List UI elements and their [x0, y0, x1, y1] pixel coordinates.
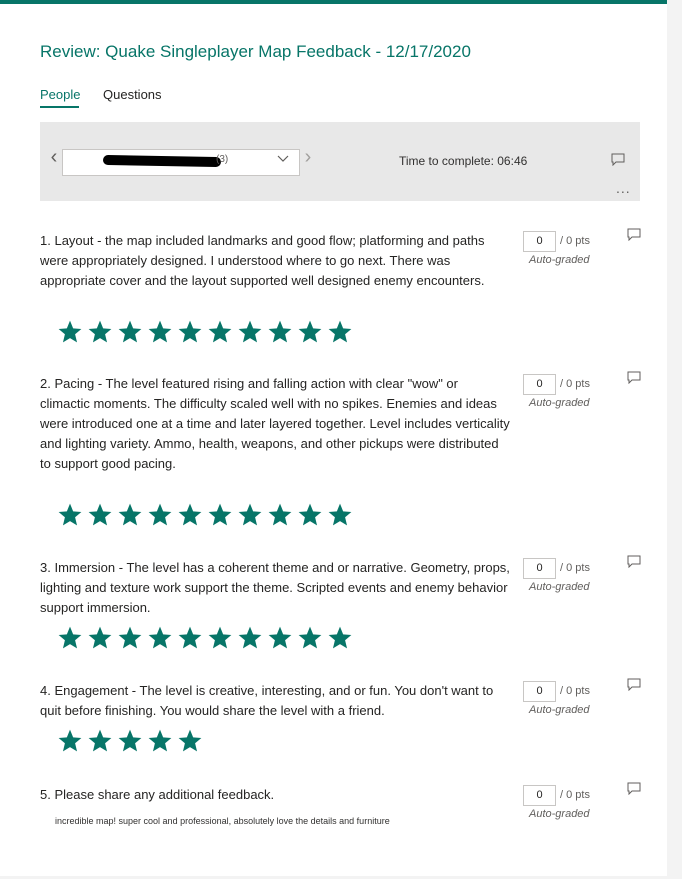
star-icon — [297, 502, 327, 530]
chevron-right-icon[interactable]: › — [302, 147, 314, 167]
question-body: Immersion - The level has a coherent the… — [40, 560, 510, 615]
star-icon — [117, 502, 147, 530]
star-icon — [237, 625, 267, 653]
respondent-dropdown[interactable]: (3) — [62, 149, 300, 176]
star-icon — [57, 728, 87, 756]
question-4: 4. Engagement - The level is creative, i… — [40, 678, 650, 761]
tab-questions[interactable]: Questions — [103, 87, 162, 102]
star-icon — [207, 625, 237, 653]
star-icon — [147, 625, 177, 653]
question-body: Engagement - The level is creative, inte… — [40, 683, 494, 718]
comment-icon[interactable] — [627, 228, 641, 246]
points-total: / 0 pts — [560, 235, 590, 247]
time-to-complete: Time to complete: 06:46 — [399, 154, 528, 168]
star-icon — [177, 319, 207, 347]
star-icon — [117, 625, 147, 653]
question-text: 4. Engagement - The level is creative, i… — [40, 681, 510, 721]
star-icon — [147, 319, 177, 347]
star-icon — [207, 319, 237, 347]
text-answer: incredible map! super cool and professio… — [55, 816, 390, 826]
star-rating — [57, 502, 357, 530]
star-icon — [237, 502, 267, 530]
chevron-left-icon[interactable]: ‹ — [48, 147, 60, 167]
star-icon — [147, 728, 177, 756]
star-icon — [87, 319, 117, 347]
question-5: 5. Please share any additional feedback.… — [40, 782, 650, 835]
star-icon — [87, 728, 117, 756]
auto-graded-label: Auto-graded — [529, 254, 590, 266]
more-options-icon[interactable]: ... — [616, 180, 631, 196]
respondent-navigation-bar: ‹ (3) › Time to complete: 06:46 ... — [40, 122, 640, 201]
star-icon — [327, 319, 357, 347]
auto-graded-label: Auto-graded — [529, 704, 590, 716]
question-text: 2. Pacing - The level featured rising an… — [40, 374, 510, 474]
star-rating — [57, 728, 207, 756]
points-input[interactable]: 0 — [523, 231, 556, 252]
star-icon — [117, 728, 147, 756]
star-icon — [267, 625, 297, 653]
star-icon — [177, 502, 207, 530]
active-tab-indicator — [40, 106, 79, 108]
star-icon — [297, 625, 327, 653]
respondent-count: (3) — [216, 154, 229, 165]
question-3: 3. Immersion - The level has a coherent … — [40, 555, 650, 658]
points-total: / 0 pts — [560, 789, 590, 801]
star-icon — [327, 502, 357, 530]
star-rating — [57, 625, 357, 653]
question-body: Layout - the map included landmarks and … — [40, 233, 485, 288]
points-input[interactable]: 0 — [523, 681, 556, 702]
comment-icon[interactable] — [627, 371, 641, 389]
points-input[interactable]: 0 — [523, 785, 556, 806]
star-icon — [117, 319, 147, 347]
star-icon — [177, 625, 207, 653]
question-text: 1. Layout - the map included landmarks a… — [40, 231, 510, 291]
question-2: 2. Pacing - The level featured rising an… — [40, 371, 650, 534]
star-icon — [87, 502, 117, 530]
star-icon — [147, 502, 177, 530]
chevron-down-icon — [277, 154, 289, 166]
response-card: Review: Quake Singleplayer Map Feedback … — [0, 0, 667, 876]
page-title: Review: Quake Singleplayer Map Feedback … — [40, 42, 471, 61]
question-number: 5. — [40, 787, 51, 802]
auto-graded-label: Auto-graded — [529, 397, 590, 409]
points-total: / 0 pts — [560, 378, 590, 390]
comment-icon[interactable] — [627, 782, 641, 800]
points-input[interactable]: 0 — [523, 374, 556, 395]
question-number: 4. — [40, 683, 51, 698]
auto-graded-label: Auto-graded — [529, 581, 590, 593]
points-input[interactable]: 0 — [523, 558, 556, 579]
points-total: / 0 pts — [560, 562, 590, 574]
question-number: 1. — [40, 233, 51, 248]
star-icon — [177, 728, 207, 756]
question-text: 3. Immersion - The level has a coherent … — [40, 558, 510, 618]
question-body: Pacing - The level featured rising and f… — [40, 376, 510, 471]
star-icon — [267, 319, 297, 347]
question-1: 1. Layout - the map included landmarks a… — [40, 228, 650, 351]
auto-graded-label: Auto-graded — [529, 808, 590, 820]
star-icon — [297, 319, 327, 347]
redacted-respondent-name — [102, 154, 222, 168]
question-text: 5. Please share any additional feedback. — [40, 785, 510, 805]
comment-icon[interactable] — [627, 678, 641, 696]
comment-icon[interactable] — [611, 153, 625, 171]
question-number: 3. — [40, 560, 51, 575]
tab-people[interactable]: People — [40, 87, 80, 102]
star-rating — [57, 319, 357, 347]
star-icon — [57, 625, 87, 653]
star-icon — [57, 319, 87, 347]
star-icon — [87, 625, 117, 653]
star-icon — [237, 319, 267, 347]
star-icon — [327, 625, 357, 653]
question-number: 2. — [40, 376, 51, 391]
star-icon — [267, 502, 297, 530]
points-total: / 0 pts — [560, 685, 590, 697]
star-icon — [57, 502, 87, 530]
comment-icon[interactable] — [627, 555, 641, 573]
question-body: Please share any additional feedback. — [54, 787, 275, 802]
star-icon — [207, 502, 237, 530]
